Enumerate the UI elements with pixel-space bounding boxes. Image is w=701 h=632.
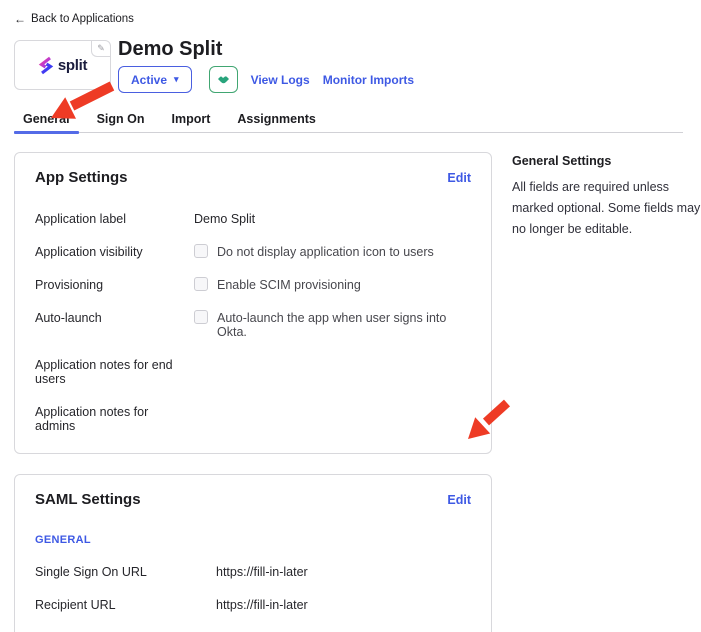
tab-general[interactable]: General xyxy=(14,112,79,132)
row-application-visibility: Application visibility Do not display ap… xyxy=(35,245,471,259)
app-settings-card: App Settings Edit Application label Demo… xyxy=(14,152,492,454)
tab-sign-on[interactable]: Sign On xyxy=(88,112,154,132)
app-settings-edit-button[interactable]: Edit xyxy=(447,171,471,185)
sidebar-help-text: All fields are required unless marked op… xyxy=(512,177,701,240)
auto-launch-checkbox xyxy=(194,310,208,324)
header-actions: Active ▾ View Logs Monitor Imports xyxy=(118,66,414,93)
row-application-label: Application label Demo Split xyxy=(35,212,471,226)
okta-verified-button[interactable] xyxy=(209,66,238,93)
row-single-sign-on-url: Single Sign On URL https://fill-in-later xyxy=(35,565,471,579)
split-logo-text: split xyxy=(58,57,87,74)
row-provisioning: Provisioning Enable SCIM provisioning xyxy=(35,278,471,292)
status-dropdown-button[interactable]: Active ▾ xyxy=(118,66,192,93)
status-label: Active xyxy=(131,73,167,87)
content-area: App Settings Edit Application label Demo… xyxy=(14,152,701,632)
chevron-down-icon: ▾ xyxy=(174,74,179,85)
tab-bar: General Sign On Import Assignments xyxy=(14,112,683,133)
provisioning-checkbox xyxy=(194,277,208,291)
back-label: Back to Applications xyxy=(31,13,134,25)
back-arrow-icon: ← xyxy=(14,12,26,26)
help-sidebar: General Settings All fields are required… xyxy=(512,152,701,240)
saml-settings-title: SAML Settings xyxy=(35,491,141,508)
okta-app-page: ← Back to Applications split ✎ Demo Spli… xyxy=(0,0,701,632)
sidebar-title: General Settings xyxy=(512,154,701,168)
view-logs-link[interactable]: View Logs xyxy=(251,73,310,87)
app-logo-box[interactable]: split ✎ xyxy=(14,40,111,90)
row-recipient-url: Recipient URL https://fill-in-later xyxy=(35,598,471,612)
saml-settings-card: SAML Settings Edit GENERAL Single Sign O… xyxy=(14,474,492,632)
visibility-checkbox xyxy=(194,244,208,258)
split-logo-icon xyxy=(38,56,54,75)
handshake-icon xyxy=(217,75,230,85)
edit-logo-pencil-icon[interactable]: ✎ xyxy=(91,41,110,57)
main-column: App Settings Edit Application label Demo… xyxy=(14,152,492,632)
row-notes-end-users: Application notes for end users xyxy=(35,358,471,386)
row-notes-admins: Application notes for admins xyxy=(35,405,471,433)
row-auto-launch: Auto-launch Auto-launch the app when use… xyxy=(35,311,471,339)
back-to-applications-link[interactable]: ← Back to Applications xyxy=(14,12,134,26)
monitor-imports-link[interactable]: Monitor Imports xyxy=(323,73,414,87)
page-title: Demo Split xyxy=(118,38,222,61)
saml-general-section-label: GENERAL xyxy=(35,534,471,546)
tab-assignments[interactable]: Assignments xyxy=(228,112,325,132)
tab-import[interactable]: Import xyxy=(162,112,219,132)
app-settings-title: App Settings xyxy=(35,169,128,186)
saml-settings-edit-button[interactable]: Edit xyxy=(447,493,471,507)
